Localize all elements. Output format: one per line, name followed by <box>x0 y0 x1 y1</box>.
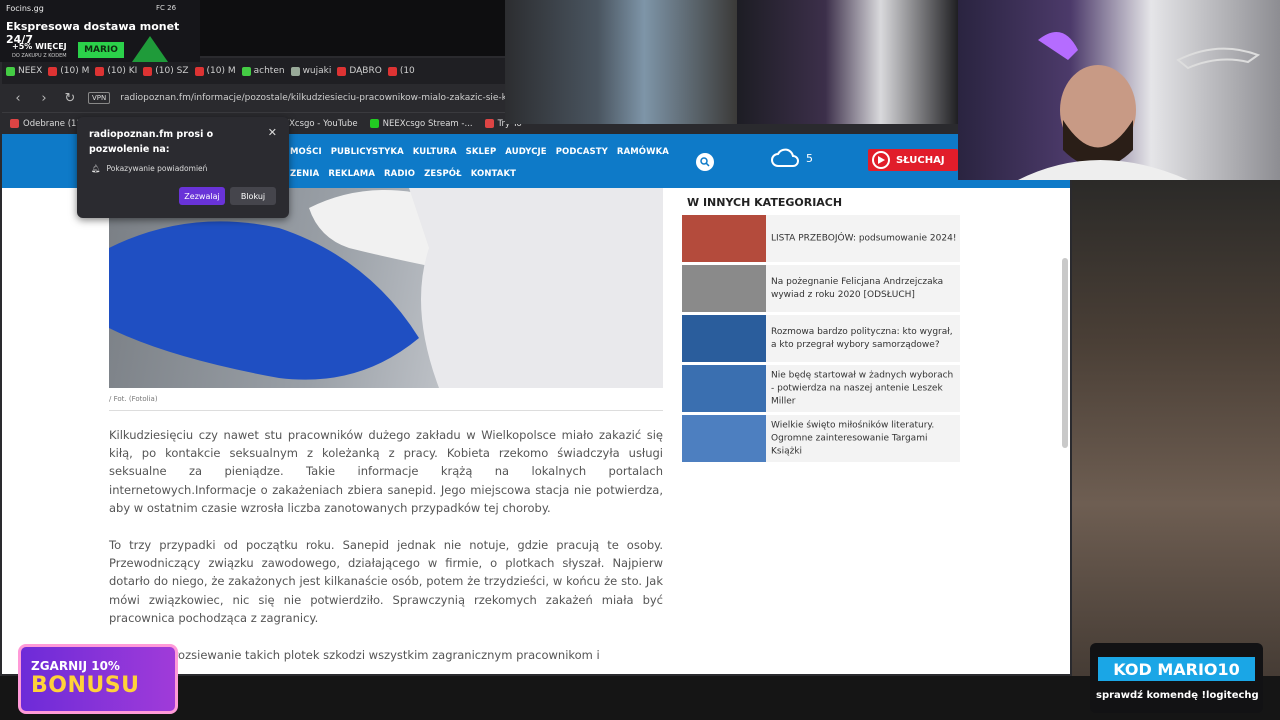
article-paragraph: ...waża, że rozsiewanie takich plotek sz… <box>109 648 600 662</box>
browser-tab[interactable]: (10) M <box>48 66 89 76</box>
close-icon[interactable]: ✕ <box>268 126 277 139</box>
status-text: FC 26 <box>156 4 177 12</box>
bottom-strip <box>0 676 1280 720</box>
youtube-icon <box>387 66 397 76</box>
browser-tab[interactable]: DĄBRO <box>337 66 382 76</box>
youtube-icon <box>337 66 347 76</box>
browser-tab[interactable]: (10) KI <box>95 66 137 76</box>
nav-link[interactable]: ZESPÓŁ <box>424 169 462 179</box>
browser-tab[interactable]: wujaki <box>290 66 331 76</box>
nav-link[interactable]: PUBLICYSTYKA <box>331 147 404 157</box>
permission-item: 🔔︎ Pokazywanie powiadomień <box>91 164 208 173</box>
browser-tab[interactable]: (10) SZ <box>143 66 189 76</box>
sidebar-article-title: Wielkie święto miłośników literatury. Og… <box>771 420 935 456</box>
browser-tab[interactable]: (10 <box>387 66 415 76</box>
youtube-icon <box>143 66 153 76</box>
stream-screen: { "promo": { "brand": "Focins.gg", "stat… <box>0 0 1280 720</box>
browser-tab[interactable]: achten <box>241 66 285 76</box>
bonus-overlay: ZGARNIJ 10% BONUSU <box>18 644 178 714</box>
article-thumbnail <box>682 215 766 262</box>
article-thumbnail <box>682 265 766 312</box>
sponsor-code: MARIO <box>78 42 124 58</box>
sidebar-article-title: Rozmowa bardzo polityczna: kto wygrał, a… <box>771 326 953 350</box>
bookmark-item[interactable]: NEEXcsgo Stream -... <box>369 119 473 129</box>
listen-button[interactable]: SŁUCHAJ <box>868 149 958 171</box>
nav-link[interactable]: KONTAKT <box>471 169 516 179</box>
article-paragraph: Kilkudziesięciu czy nawet stu pracownikó… <box>109 428 663 515</box>
image-caption: / Fot. (Fotolia) <box>109 395 158 403</box>
block-button[interactable]: Blokuj <box>230 187 276 205</box>
nav-row-primary: MOŚCI PUBLICYSTYKA KULTURA SKLEP AUDYCJE… <box>290 147 669 157</box>
allow-button[interactable]: Zezwalaj <box>179 187 225 205</box>
sidebar-article[interactable]: Wielkie święto miłośników literatury. Og… <box>682 415 960 462</box>
webcam-feed <box>505 0 737 124</box>
mail-icon <box>10 119 19 128</box>
sidebar-heading: W INNYCH KATEGORIACH <box>687 196 843 209</box>
bonus-line1: ZGARNIJ 10% <box>31 659 120 673</box>
divider <box>109 410 663 411</box>
sidebar-article[interactable]: LISTA PRZEBOJÓW: podsumowanie 2024! <box>682 215 960 262</box>
sponsor-note: DO ZAKUPU Z KODEM <box>12 53 67 59</box>
webcam-feed <box>737 0 958 124</box>
play-icon <box>872 151 890 169</box>
sponsor-banner: Focins.gg FC 26 Ekspresowa dostawa monet… <box>0 0 200 62</box>
youtube-icon <box>48 66 58 76</box>
tab-favicon-icon <box>290 66 300 76</box>
sidebar-article-title: Na pożegnanie Felicjana Andrzejczaka wyw… <box>771 276 944 300</box>
sponsor-brand: Focins.gg <box>6 4 44 13</box>
nav-link[interactable]: MOŚCI <box>290 147 322 157</box>
search-icon[interactable] <box>696 153 714 171</box>
forward-icon[interactable]: › <box>36 91 52 106</box>
sidebar-article-title: LISTA PRZEBOJÓW: podsumowanie 2024! <box>771 233 957 243</box>
weather-temperature: 5 <box>806 151 813 165</box>
nav-link[interactable]: AUDYCJE <box>505 147 546 157</box>
article-thumbnail <box>682 315 766 362</box>
promo-code: KOD MARIO10 <box>1098 657 1255 681</box>
youtube-icon <box>95 66 105 76</box>
nav-row-secondary: ZENIA REKLAMA RADIO ZESPÓŁ KONTAKT <box>290 169 516 179</box>
youtube-icon <box>484 119 494 128</box>
nav-link[interactable]: KULTURA <box>413 147 457 157</box>
browser-tab[interactable]: NEEX <box>6 66 42 76</box>
article-image <box>109 188 663 388</box>
background-room <box>1072 180 1280 720</box>
sidebar-article[interactable]: Na pożegnanie Felicjana Andrzejczaka wyw… <box>682 265 960 312</box>
article-thumbnail <box>682 415 766 462</box>
bonus-line2: BONUSU <box>31 673 140 698</box>
reload-icon[interactable]: ↻ <box>62 91 78 106</box>
youtube-icon <box>194 66 204 76</box>
command-hint: sprawdź komendę !logitechg <box>1096 690 1259 701</box>
nav-link[interactable]: ZENIA <box>290 169 319 179</box>
nav-link[interactable]: RADIO <box>384 169 415 179</box>
weather-widget: 5 <box>770 146 813 170</box>
vpn-badge[interactable]: VPN <box>88 92 111 104</box>
sponsor-logo-icon <box>132 36 168 62</box>
bell-icon: 🔔︎ <box>91 164 101 173</box>
code-overlay: KOD MARIO10 sprawdź komendę !logitechg <box>1090 643 1263 713</box>
cloud-icon <box>771 148 799 167</box>
url-field[interactable]: radiopoznan.fm/informacje/pozostale/kilk… <box>120 93 517 103</box>
streamer-webcam <box>958 0 1280 180</box>
scrollbar[interactable] <box>1062 258 1068 448</box>
article-paragraph: To trzy przypadki od początku roku. Sane… <box>109 538 663 625</box>
nav-link[interactable]: RAMÓWKA <box>617 147 669 157</box>
sidebar-article-title: Nie będę startował w żadnych wyborach - … <box>771 370 954 406</box>
tab-favicon-icon <box>6 66 15 76</box>
sidebar-article[interactable]: Nie będę startował w żadnych wyborach - … <box>682 365 960 412</box>
kick-icon <box>241 66 251 76</box>
back-icon[interactable]: ‹ <box>10 91 26 106</box>
article-thumbnail <box>682 365 766 412</box>
streamer-silhouette <box>1018 32 1261 180</box>
notification-permission-popup: radiopoznan.fm prosi o pozwolenie na: ✕ … <box>77 117 289 218</box>
sponsor-bonus: +5% WIĘCEJ <box>12 42 67 51</box>
sidebar-article[interactable]: Rozmowa bardzo polityczna: kto wygrał, a… <box>682 315 960 362</box>
nav-link[interactable]: REKLAMA <box>328 169 375 179</box>
permission-title: radiopoznan.fm prosi o pozwolenie na: <box>89 129 214 155</box>
nav-link[interactable]: PODCASTY <box>556 147 608 157</box>
nav-link[interactable]: SKLEP <box>466 147 497 157</box>
kick-icon <box>369 119 379 128</box>
browser-tab[interactable]: (10) M <box>194 66 236 76</box>
